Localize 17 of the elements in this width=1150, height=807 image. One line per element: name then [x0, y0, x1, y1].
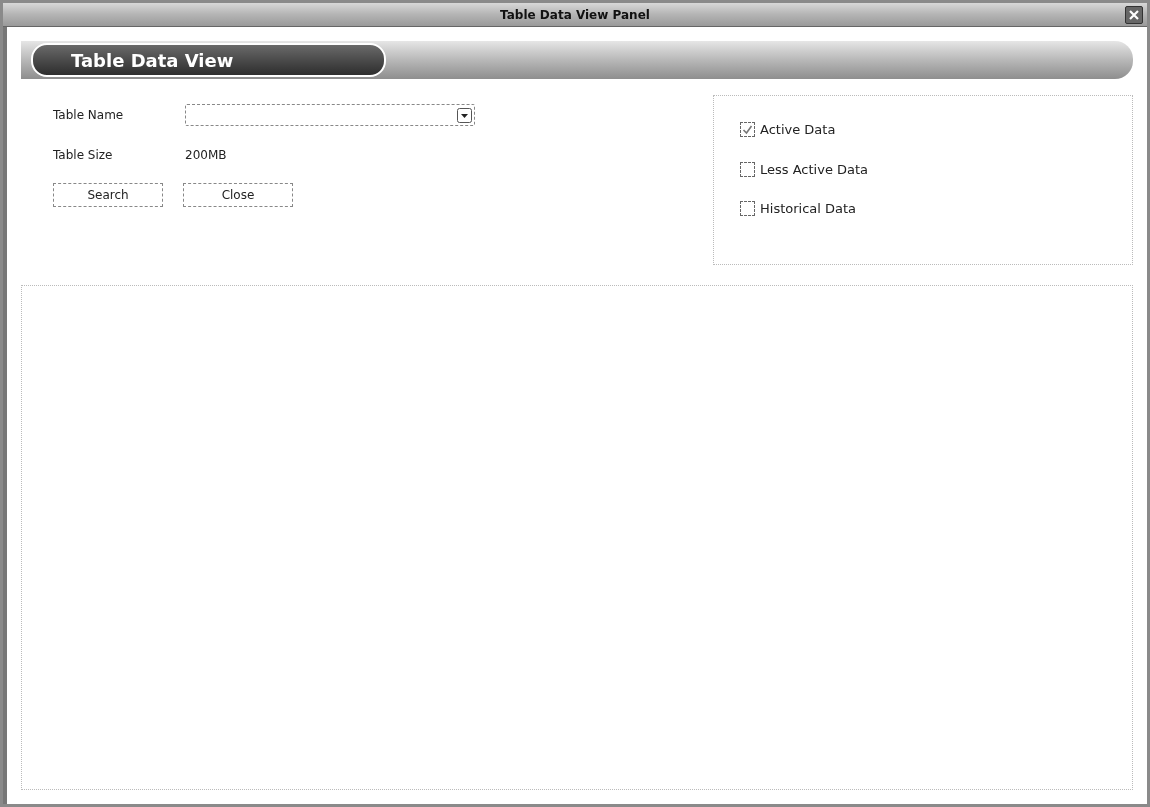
header-title: Table Data View	[71, 48, 234, 73]
checkbox[interactable]	[740, 201, 755, 217]
close-button[interactable]	[1125, 6, 1143, 24]
check-icon	[742, 124, 753, 136]
action-button[interactable]: Search	[53, 183, 163, 207]
option-checkbox-row[interactable]: Less Active Data	[740, 159, 1132, 179]
checkbox[interactable]	[740, 161, 755, 177]
field-label: Table Name	[53, 107, 125, 124]
table-name-dropdown[interactable]	[185, 104, 475, 126]
option-checkbox-row[interactable]: Historical Data	[740, 199, 1132, 219]
window-title: Table Data View Panel	[500, 6, 650, 24]
field-value: 200MB	[185, 147, 227, 164]
option-checkbox-row[interactable]: Active Data	[740, 120, 1132, 140]
field-label: Table Size	[53, 147, 114, 164]
checkbox[interactable]	[740, 122, 755, 138]
action-button[interactable]: Close	[183, 183, 293, 207]
close-icon	[1129, 10, 1139, 20]
